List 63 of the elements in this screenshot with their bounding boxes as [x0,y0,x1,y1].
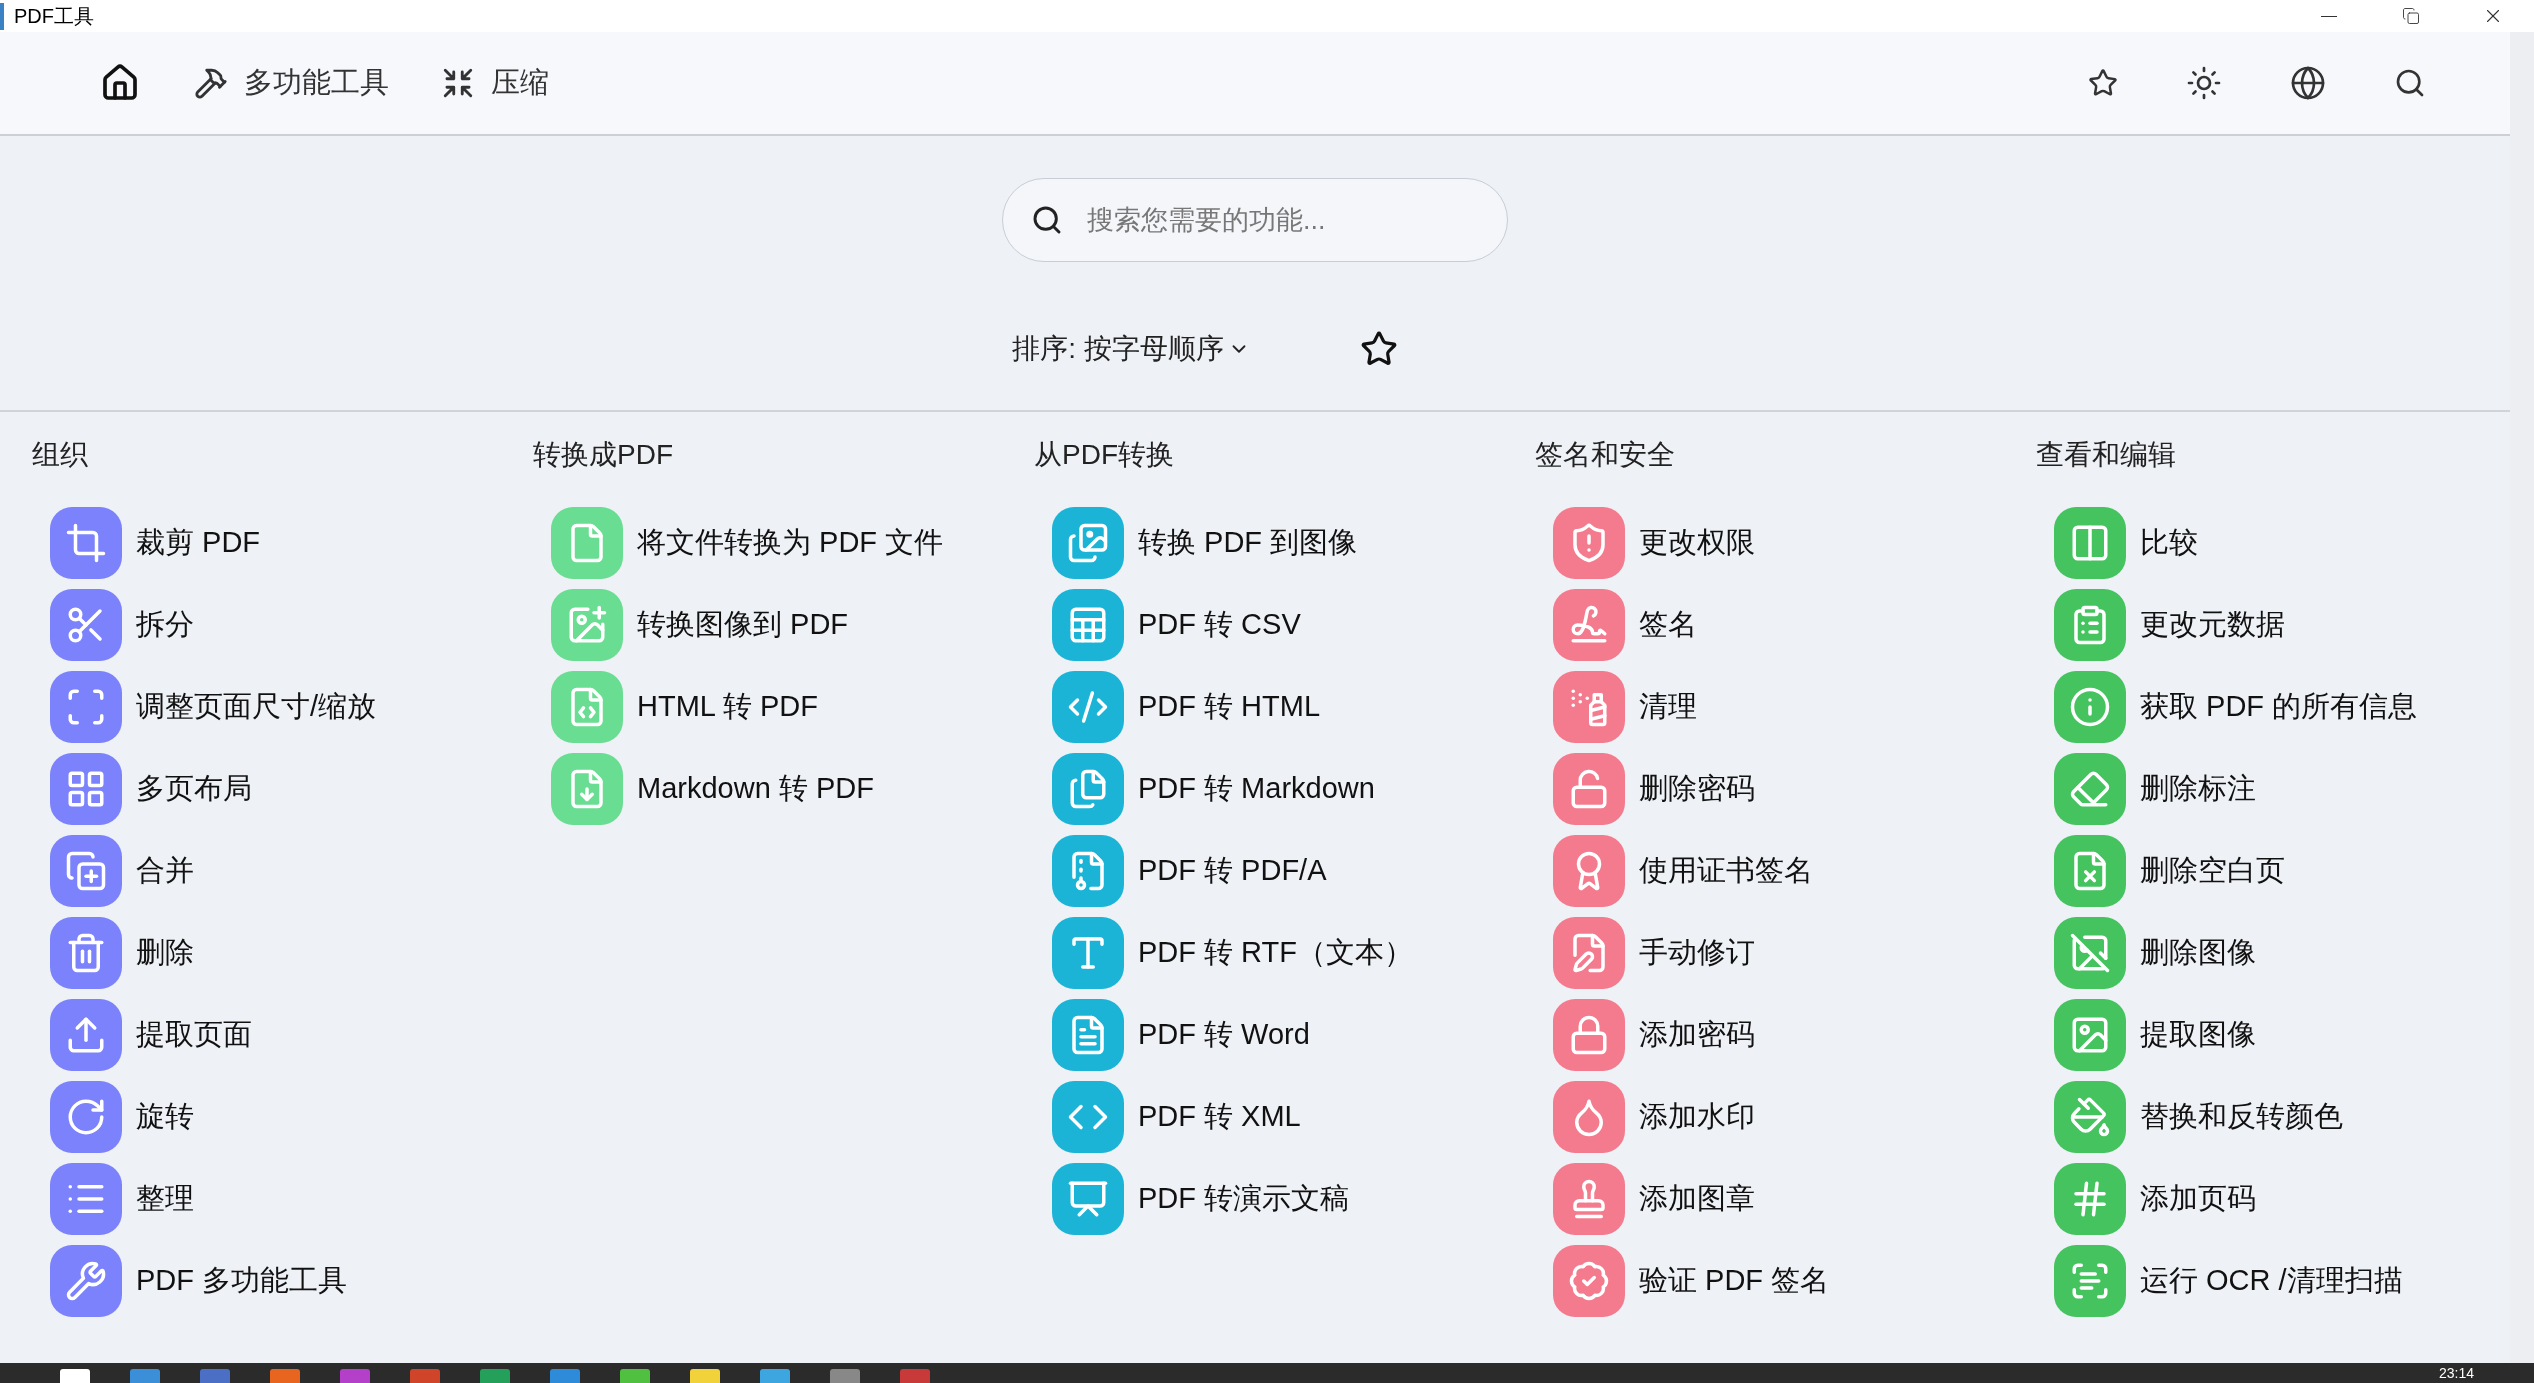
tools-icon [194,66,228,100]
category-title: 从PDF转换 [1034,438,1175,472]
restore-icon [2402,7,2420,25]
taskbar-app-icon[interactable] [60,1369,90,1383]
tool-item[interactable]: 添加图章 [1535,1158,2036,1240]
taskbar-app-icon[interactable] [200,1369,230,1383]
tool-item[interactable]: 添加密码 [1535,994,2036,1076]
tool-item[interactable]: 删除 [32,912,533,994]
tool-item[interactable]: 使用证书签名 [1535,830,2036,912]
tool-item[interactable]: 调整页面尺寸/缩放 [32,666,533,748]
tool-item[interactable]: PDF 转 RTF（文本） [1034,912,1535,994]
tool-item[interactable]: Markdown 转 PDF [533,748,1034,830]
category-title: 转换成PDF [533,438,674,472]
search-input[interactable]: 搜索您需要的功能... [1085,203,1479,237]
tool-item[interactable]: 多页布局 [32,748,533,830]
tool-item[interactable]: 旋转 [32,1076,533,1158]
tool-item[interactable]: 裁剪 PDF [32,502,533,584]
category-title: 签名和安全 [1535,438,1676,472]
nav-tab[interactable]: 压缩 [437,59,553,107]
tool-item[interactable]: PDF 转 Markdown [1034,748,1535,830]
tool-item[interactable]: 清理 [1535,666,2036,748]
search-field[interactable]: 搜索您需要的功能... [1002,178,1508,262]
minimize-icon [2321,15,2337,17]
taskbar-clock: 23:14 [2438,1366,2474,1380]
taskbar-app-icon[interactable] [830,1369,860,1383]
taskbar-app-icon[interactable] [900,1369,930,1383]
tool-item[interactable]: HTML 转 PDF [533,666,1034,748]
taskbar-app-icon[interactable] [620,1369,650,1383]
tool-item[interactable]: 转换 PDF 到图像 [1034,502,1535,584]
favorites-filter-button[interactable] [1359,330,1398,368]
tool-item[interactable]: 删除密码 [1535,748,2036,830]
taskbar-app-icon[interactable] [690,1369,720,1383]
tool-item[interactable]: PDF 转 Word [1034,994,1535,1076]
taskbar-app-icon[interactable] [760,1369,790,1383]
taskbar-app-icon[interactable] [270,1369,300,1383]
tool-item[interactable]: 将文件转换为 PDF 文件 [533,502,1034,584]
taskbar-app-icon[interactable] [410,1369,440,1383]
tool-item[interactable]: 拆分 [32,584,533,666]
nav-tab[interactable]: 多功能工具 [190,59,393,107]
category-title: 组织 [32,438,89,472]
tool-item[interactable]: PDF 转 PDF/A [1034,830,1535,912]
tool-item[interactable]: 验证 PDF 签名 [1535,1240,2036,1322]
tool-item[interactable]: PDF 转 CSV [1034,584,1535,666]
sort-dropdown[interactable]: 排序: 按字母顺序 [1012,330,1250,368]
tool-item[interactable]: PDF 多功能工具 [32,1240,533,1322]
tool-item[interactable]: 更改权限 [1535,502,2036,584]
tool-item[interactable]: 添加水印 [1535,1076,2036,1158]
tool-item[interactable]: 签名 [1535,584,2036,666]
compress-icon [441,66,475,100]
taskbar-app-icon[interactable] [340,1369,370,1383]
tool-item[interactable]: 合并 [32,830,533,912]
category-title: 查看和编辑 [2036,438,2177,472]
tool-item[interactable]: PDF 转 XML [1034,1076,1535,1158]
search-icon [1031,204,1063,236]
tool-item[interactable]: 提取页面 [32,994,533,1076]
tool-item[interactable]: PDF 转 HTML [1034,666,1535,748]
taskbar-app-icon[interactable] [130,1369,160,1383]
tool-item[interactable]: 转换图像到 PDF [533,584,1034,666]
taskbar-app-icon[interactable] [480,1369,510,1383]
taskbar-app-icon[interactable] [550,1369,580,1383]
tool-item[interactable]: 整理 [32,1158,533,1240]
tool-item[interactable]: 手动修订 [1535,912,2036,994]
tool-item[interactable]: PDF 转演示文稿 [1034,1158,1535,1240]
